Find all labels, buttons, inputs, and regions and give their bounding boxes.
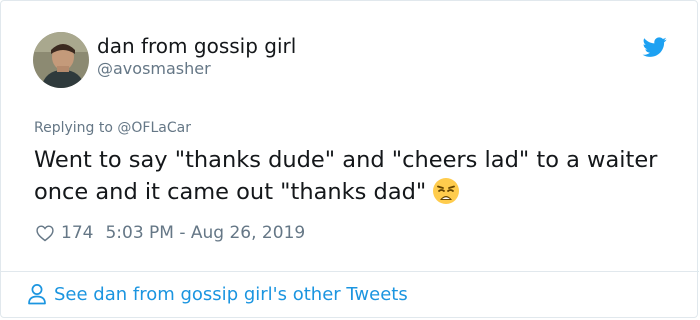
replying-to-label: Replying to: [34, 120, 113, 136]
tweet-timestamp[interactable]: 5:03 PM - Aug 26, 2019: [105, 223, 305, 243]
tweet-body: Went to say "thanks dude" and "cheers la…: [34, 147, 658, 205]
weary-face-emoji: [432, 177, 460, 205]
tweet-card: dan from gossip girl @avosmasher Replyin…: [0, 0, 699, 318]
other-tweets-label: See dan from gossip girl's other Tweets: [54, 283, 408, 305]
person-icon: [28, 284, 46, 305]
like-count: 174: [61, 223, 94, 243]
other-tweets-link[interactable]: See dan from gossip girl's other Tweets: [27, 283, 408, 305]
author-display-name[interactable]: dan from gossip girl: [97, 34, 296, 58]
reply-mention-link[interactable]: @OFLaCar: [117, 120, 191, 136]
replying-to: Replying to @OFLaCar: [34, 120, 191, 136]
tweet-meta: 174 5:03 PM - Aug 26, 2019: [35, 221, 305, 245]
author-handle[interactable]: @avosmasher: [97, 59, 211, 78]
heart-icon: [36, 225, 54, 242]
like-button[interactable]: 174: [35, 223, 105, 243]
tweet-text: Went to say "thanks dude" and "cheers la…: [34, 144, 674, 208]
twitter-bird-icon[interactable]: [642, 35, 668, 59]
divider: [1, 271, 699, 272]
avatar-photo: [33, 32, 89, 88]
author-avatar[interactable]: [33, 32, 89, 88]
